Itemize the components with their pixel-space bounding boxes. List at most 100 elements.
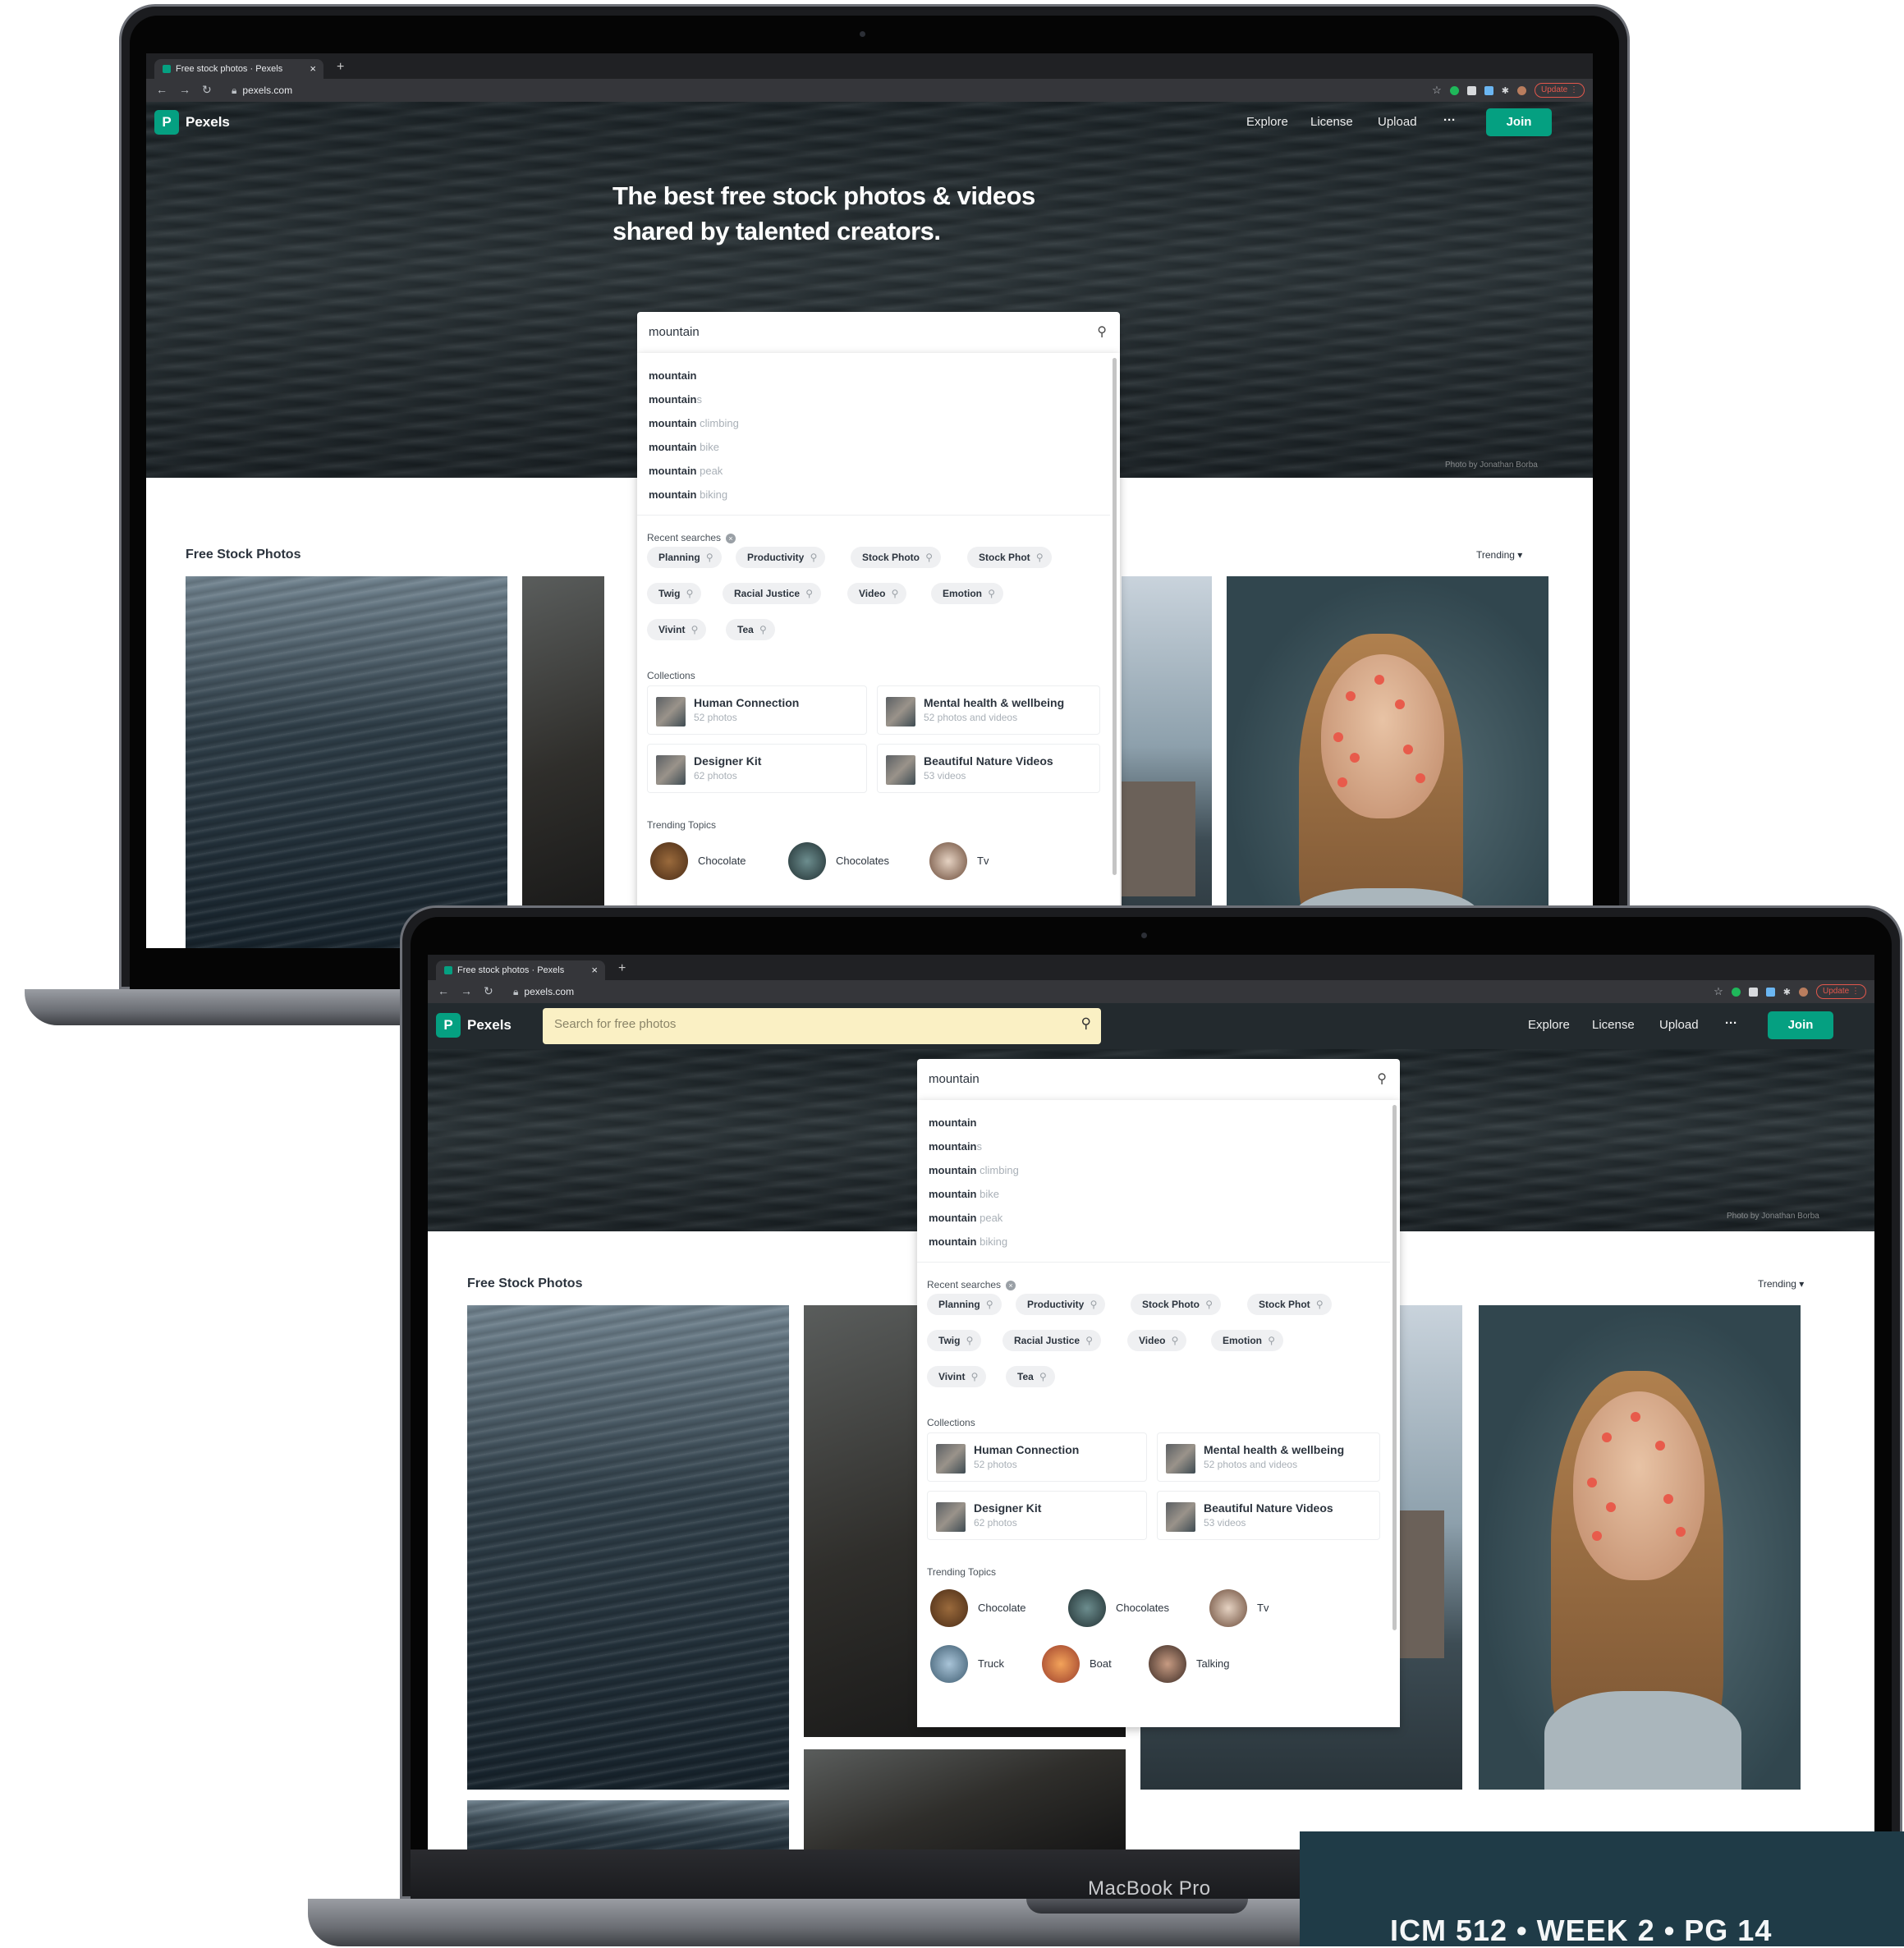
pexels-logo-icon[interactable]: P bbox=[154, 110, 179, 135]
topic-item[interactable]: Chocolate bbox=[650, 842, 773, 880]
collection-card[interactable]: Beautiful Nature Videos 53 videos bbox=[1157, 1491, 1380, 1540]
photo-water[interactable] bbox=[467, 1800, 789, 1849]
extension-icon[interactable] bbox=[1449, 85, 1459, 95]
more-menu-icon[interactable]: ··· bbox=[1725, 1016, 1737, 1030]
clear-recent-icon[interactable]: × bbox=[726, 533, 736, 543]
search-input[interactable]: mountain ⚲ bbox=[917, 1059, 1400, 1100]
avatar[interactable] bbox=[1516, 85, 1526, 95]
photo-credit[interactable]: Photo by Jonathan Borba bbox=[1727, 1212, 1819, 1221]
more-menu-icon[interactable]: ··· bbox=[1443, 113, 1456, 127]
nav-explore[interactable]: Explore bbox=[1246, 115, 1288, 129]
join-button[interactable]: Join bbox=[1486, 108, 1552, 136]
recent-chip[interactable]: Stock Photo ⚲ bbox=[1131, 1294, 1222, 1315]
update-button[interactable]: Update ⋮ bbox=[1815, 984, 1866, 999]
suggestion-item[interactable]: mountain peak bbox=[929, 1212, 1002, 1224]
recent-chip[interactable]: Twig ⚲ bbox=[927, 1330, 982, 1351]
search-input[interactable]: mountain ⚲ bbox=[637, 312, 1120, 353]
topic-item[interactable]: Chocolate bbox=[930, 1589, 1053, 1627]
photo-water[interactable] bbox=[186, 576, 507, 948]
recent-chip[interactable]: Planning ⚲ bbox=[647, 547, 722, 568]
close-tab-icon[interactable]: × bbox=[310, 59, 316, 79]
search-icon[interactable]: ⚲ bbox=[1377, 1070, 1387, 1087]
browser-tab[interactable]: Free stock photos · Pexels × bbox=[154, 59, 323, 79]
clear-recent-icon[interactable]: × bbox=[1006, 1280, 1016, 1290]
recent-chip[interactable]: Planning ⚲ bbox=[927, 1294, 1002, 1315]
dropdown-scrollbar[interactable] bbox=[1392, 1105, 1397, 1630]
forward-icon[interactable]: → bbox=[179, 83, 190, 96]
suggestion-item[interactable]: mountains bbox=[929, 1140, 982, 1153]
recent-chip[interactable]: Vivint ⚲ bbox=[647, 619, 707, 640]
extension-icon[interactable] bbox=[1748, 987, 1758, 997]
suggestion-item[interactable]: mountain bbox=[929, 1116, 977, 1129]
new-tab-icon[interactable]: + bbox=[618, 961, 626, 976]
collection-card[interactable]: Beautiful Nature Videos 53 videos bbox=[877, 744, 1100, 793]
topic-item[interactable]: Truck bbox=[930, 1645, 1029, 1683]
photo-portrait[interactable] bbox=[1227, 576, 1548, 948]
recent-chip[interactable]: Vivint ⚲ bbox=[927, 1366, 987, 1387]
topic-item[interactable]: Tv bbox=[1209, 1589, 1300, 1627]
star-icon[interactable]: ☆ bbox=[1432, 84, 1442, 97]
collection-card[interactable]: Mental health & wellbeing 52 photos and v… bbox=[1157, 1432, 1380, 1482]
site-name[interactable]: Pexels bbox=[186, 114, 230, 131]
photo-credit[interactable]: Photo by Jonathan Borba bbox=[1445, 461, 1538, 470]
suggestion-item[interactable]: mountain peak bbox=[649, 465, 723, 477]
collection-card[interactable]: Human Connection 52 photos bbox=[927, 1432, 1147, 1482]
recent-chip[interactable]: Racial Justice ⚲ bbox=[1002, 1330, 1102, 1351]
sort-dropdown[interactable]: Trending ▾ bbox=[1758, 1278, 1804, 1290]
extension-icon[interactable] bbox=[1484, 85, 1493, 95]
reload-icon[interactable]: ↻ bbox=[484, 984, 493, 998]
photo-portrait[interactable] bbox=[1479, 1305, 1801, 1790]
pexels-logo-icon[interactable]: P bbox=[436, 1013, 461, 1038]
recent-chip[interactable]: Twig ⚲ bbox=[647, 583, 702, 604]
suggestion-item[interactable]: mountain bbox=[649, 369, 697, 382]
suggestion-item[interactable]: mountain bike bbox=[649, 441, 719, 453]
join-button[interactable]: Join bbox=[1768, 1011, 1833, 1039]
photo-dark[interactable] bbox=[804, 1749, 1126, 1849]
nav-search-input[interactable]: Search for free photos ⚲ bbox=[543, 1008, 1101, 1044]
photo-lake[interactable] bbox=[1122, 576, 1212, 948]
collection-card[interactable]: Designer Kit 62 photos bbox=[927, 1491, 1147, 1540]
nav-license[interactable]: License bbox=[1592, 1018, 1635, 1032]
nav-upload[interactable]: Upload bbox=[1378, 115, 1417, 129]
recent-chip[interactable]: Stock Phot ⚲ bbox=[1247, 1294, 1332, 1315]
topic-item[interactable]: Talking bbox=[1149, 1645, 1255, 1683]
extension-icon[interactable] bbox=[1731, 987, 1741, 997]
forward-icon[interactable]: → bbox=[461, 984, 472, 997]
topic-item[interactable]: Chocolates bbox=[788, 842, 911, 880]
puzzle-icon[interactable]: ✱ bbox=[1783, 987, 1791, 997]
extension-icon[interactable] bbox=[1466, 85, 1476, 95]
recent-chip[interactable]: Video ⚲ bbox=[847, 583, 907, 604]
collection-card[interactable]: Designer Kit 62 photos bbox=[647, 744, 867, 793]
reload-icon[interactable]: ↻ bbox=[202, 83, 212, 97]
suggestion-item[interactable]: mountain climbing bbox=[929, 1164, 1019, 1176]
close-tab-icon[interactable]: × bbox=[591, 960, 598, 980]
back-icon[interactable]: ← bbox=[156, 83, 167, 96]
recent-chip[interactable]: Stock Photo ⚲ bbox=[851, 547, 942, 568]
extension-icon[interactable] bbox=[1765, 987, 1775, 997]
recent-chip[interactable]: Emotion ⚲ bbox=[931, 583, 1003, 604]
suggestion-item[interactable]: mountain biking bbox=[649, 488, 727, 501]
collection-card[interactable]: Human Connection 52 photos bbox=[647, 685, 867, 735]
new-tab-icon[interactable]: + bbox=[337, 60, 344, 75]
browser-tab[interactable]: Free stock photos · Pexels × bbox=[436, 960, 605, 980]
collection-card[interactable]: Mental health & wellbeing 52 photos and v… bbox=[877, 685, 1100, 735]
topic-item[interactable]: Chocolates bbox=[1068, 1589, 1191, 1627]
nav-explore[interactable]: Explore bbox=[1528, 1018, 1570, 1032]
nav-upload[interactable]: Upload bbox=[1659, 1018, 1699, 1032]
recent-chip[interactable]: Racial Justice ⚲ bbox=[723, 583, 822, 604]
puzzle-icon[interactable]: ✱ bbox=[1502, 85, 1509, 96]
search-icon[interactable]: ⚲ bbox=[1097, 323, 1107, 340]
topic-item[interactable]: Tv bbox=[929, 842, 1020, 880]
recent-chip[interactable]: Productivity ⚲ bbox=[1016, 1294, 1106, 1315]
url-field[interactable]: 🔒︎ pexels.com bbox=[232, 85, 292, 97]
dropdown-scrollbar[interactable] bbox=[1113, 358, 1117, 875]
suggestion-item[interactable]: mountain bike bbox=[929, 1188, 999, 1200]
photo-water[interactable] bbox=[467, 1305, 789, 1790]
recent-chip[interactable]: Emotion ⚲ bbox=[1211, 1330, 1283, 1351]
photo-dark[interactable] bbox=[522, 576, 604, 948]
avatar[interactable] bbox=[1798, 987, 1808, 997]
update-button[interactable]: Update ⋮ bbox=[1534, 83, 1585, 98]
back-icon[interactable]: ← bbox=[438, 984, 449, 997]
search-icon[interactable]: ⚲ bbox=[1081, 1015, 1091, 1032]
recent-chip[interactable]: Video ⚲ bbox=[1127, 1330, 1187, 1351]
